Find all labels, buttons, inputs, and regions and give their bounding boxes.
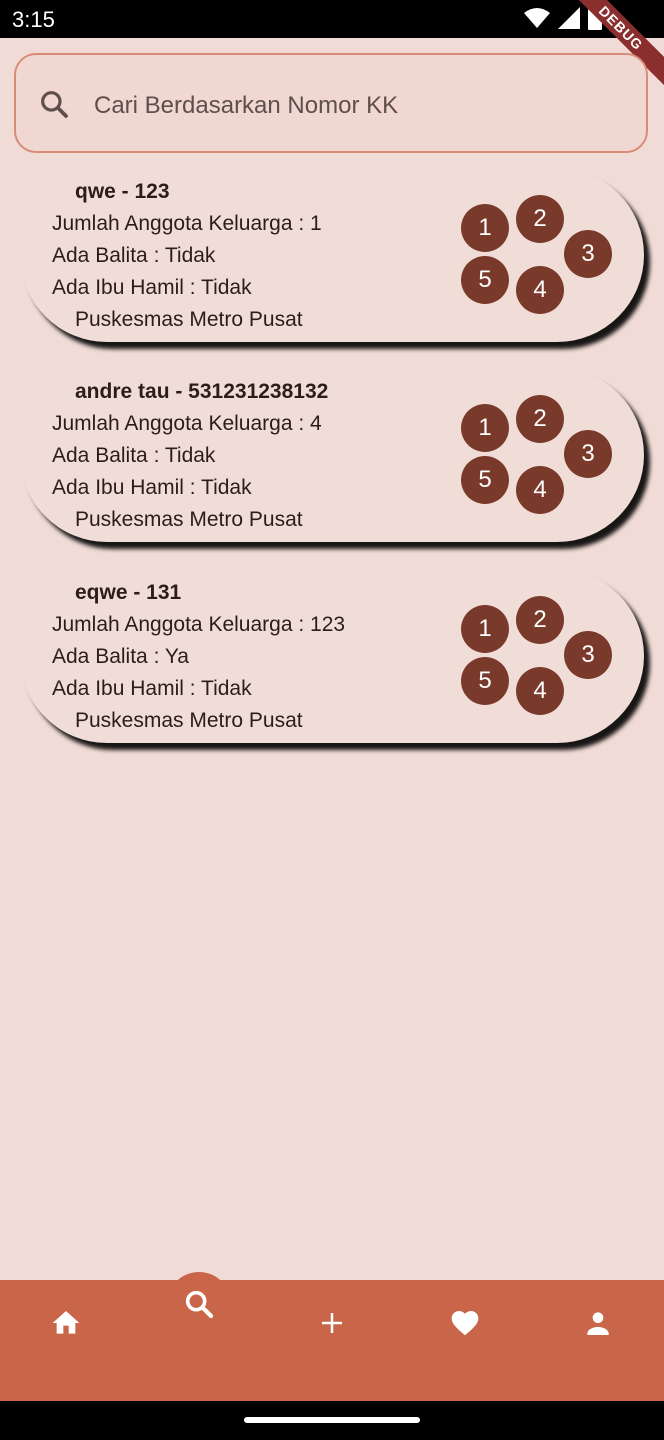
card-title: andre tau - 531231238132: [75, 380, 329, 403]
pregnant-status: Ada Ibu Hamil : Tidak: [52, 476, 252, 499]
badge-4[interactable]: 4: [516, 266, 564, 314]
badge-1[interactable]: 1: [461, 204, 509, 252]
card-title: qwe - 123: [75, 180, 170, 203]
person-icon: [587, 1312, 609, 1335]
badge-3[interactable]: 3: [564, 430, 612, 478]
nav-profile[interactable]: [578, 1303, 618, 1343]
nav-favorites[interactable]: [445, 1303, 485, 1343]
nav-add[interactable]: [312, 1303, 352, 1343]
clinic-name: Puskesmas Metro Pusat: [75, 709, 303, 732]
search-icon: [41, 91, 68, 118]
card-title: eqwe - 131: [75, 581, 182, 604]
search-icon: [185, 1290, 214, 1319]
toddler-status: Ada Balita : Tidak: [52, 244, 216, 267]
home-indicator[interactable]: [244, 1417, 420, 1423]
heart-icon: [451, 1311, 479, 1336]
clinic-name: Puskesmas Metro Pusat: [75, 308, 303, 331]
search-input[interactable]: [92, 85, 616, 127]
badge-1[interactable]: 1: [461, 404, 509, 452]
badge-5[interactable]: 5: [461, 256, 509, 304]
pregnant-status: Ada Ibu Hamil : Tidak: [52, 677, 252, 700]
badge-1[interactable]: 1: [461, 605, 509, 653]
badge-4[interactable]: 4: [516, 466, 564, 514]
badge-3[interactable]: 3: [564, 631, 612, 679]
badge-2[interactable]: 2: [516, 395, 564, 443]
signal-icon: [558, 7, 580, 29]
family-card[interactable]: eqwe - 131 Jumlah Anggota Keluarga : 123…: [20, 569, 644, 743]
family-card[interactable]: andre tau - 531231238132 Jumlah Anggota …: [20, 368, 644, 542]
badge-5[interactable]: 5: [461, 657, 509, 705]
pregnant-status: Ada Ibu Hamil : Tidak: [52, 276, 252, 299]
nav-search[interactable]: [167, 1272, 231, 1336]
clinic-name: Puskesmas Metro Pusat: [75, 508, 303, 531]
toddler-status: Ada Balita : Ya: [52, 645, 189, 668]
member-count: Jumlah Anggota Keluarga : 123: [52, 613, 346, 636]
member-count: Jumlah Anggota Keluarga : 1: [52, 212, 322, 235]
home-icon: [52, 1311, 80, 1334]
badge-3[interactable]: 3: [564, 230, 612, 278]
badge-5[interactable]: 5: [461, 456, 509, 504]
search-box[interactable]: [14, 53, 648, 153]
badge-2[interactable]: 2: [516, 195, 564, 243]
badge-2[interactable]: 2: [516, 596, 564, 644]
family-card[interactable]: qwe - 123 Jumlah Anggota Keluarga : 1 Ad…: [20, 168, 644, 342]
toddler-status: Ada Balita : Tidak: [52, 444, 216, 467]
status-time: 3:15: [12, 7, 55, 32]
add-icon: [322, 1313, 342, 1333]
status-bar: 3:15 DEBUG: [0, 0, 664, 96]
badge-4[interactable]: 4: [516, 667, 564, 715]
nav-home[interactable]: [46, 1303, 86, 1343]
wifi-icon: [524, 8, 550, 28]
member-count: Jumlah Anggota Keluarga : 4: [52, 412, 322, 435]
